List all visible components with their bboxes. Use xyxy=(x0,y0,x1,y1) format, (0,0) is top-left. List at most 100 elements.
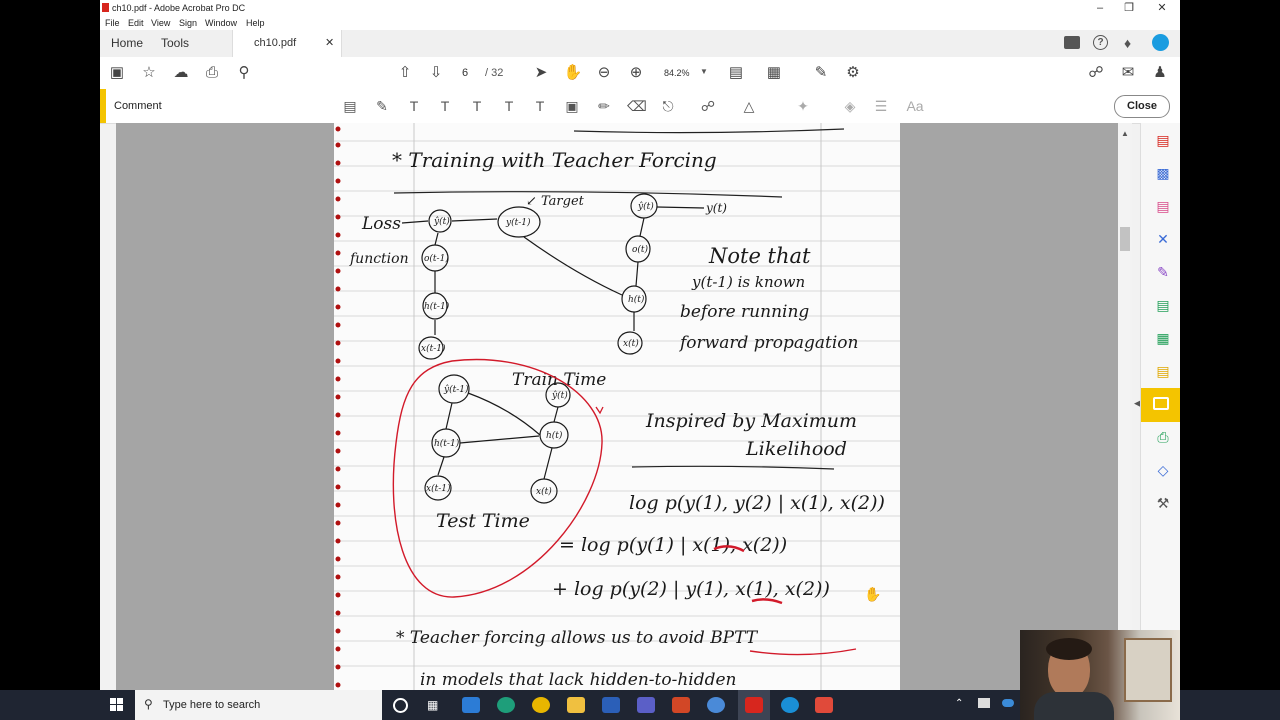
pdf-page[interactable]: * Training with Teacher Forcing ↙ Target… xyxy=(334,123,900,690)
link-icon[interactable]: ☍ xyxy=(1086,63,1106,83)
chat-icon[interactable] xyxy=(1064,36,1080,49)
skype-icon[interactable] xyxy=(781,697,799,713)
upload-cloud-icon[interactable]: ☁ xyxy=(171,63,191,83)
line-weight-icon[interactable]: ☰ xyxy=(872,97,890,115)
add-text-icon[interactable]: T xyxy=(531,97,549,115)
fill-sign-panel-icon[interactable]: ✎ xyxy=(1154,263,1172,281)
menu-sign[interactable]: Sign xyxy=(179,18,197,28)
chrome-icon[interactable] xyxy=(532,697,550,713)
tab-tools[interactable]: Tools xyxy=(161,30,189,57)
word-icon[interactable] xyxy=(602,697,620,713)
file-explorer-icon[interactable] xyxy=(567,697,585,713)
document-view[interactable]: ▶ xyxy=(116,123,1120,690)
zoom-dropdown-icon[interactable]: ▼ xyxy=(700,67,708,76)
tab-home[interactable]: Home xyxy=(111,30,143,57)
page-fit-icon[interactable]: ▤ xyxy=(726,63,746,83)
menu-file[interactable]: File xyxy=(105,18,120,28)
text-box-icon[interactable]: ▣ xyxy=(563,97,581,115)
notification-bell-icon[interactable]: ♦ xyxy=(1124,35,1131,51)
current-page-input[interactable]: 6 xyxy=(462,67,468,79)
tab-document[interactable]: ch10.pdf ✕ xyxy=(232,30,342,57)
scan-ocr-icon[interactable]: ▦ xyxy=(1154,329,1172,347)
teams-icon[interactable] xyxy=(637,697,655,713)
mail-app-icon[interactable] xyxy=(462,697,480,713)
equation-2: = log p(y(1) | x(1), x(2)) xyxy=(559,534,787,556)
inspired-line-2: Likelihood xyxy=(745,438,847,460)
scroll-mode-icon[interactable]: ▦ xyxy=(764,63,784,83)
next-page-icon[interactable]: ⇩ xyxy=(426,63,446,83)
onedrive-icon[interactable] xyxy=(1002,699,1014,707)
bookmark-star-icon[interactable]: ☆ xyxy=(139,63,159,83)
scroll-up-icon[interactable]: ▲ xyxy=(1121,129,1129,138)
highlight-icon[interactable]: ✎ xyxy=(373,97,391,115)
export-icon[interactable]: ▤ xyxy=(1154,296,1172,314)
menu-view[interactable]: View xyxy=(151,18,170,28)
attach-file-icon[interactable]: ☍ xyxy=(699,97,717,115)
create-pdf-icon[interactable]: ▩ xyxy=(1154,164,1172,182)
more-tools-wrench-icon[interactable]: ⚒ xyxy=(1154,494,1172,512)
print-production-icon[interactable]: ⎙ xyxy=(1154,428,1172,446)
close-tab-icon[interactable]: ✕ xyxy=(325,30,334,56)
acrobat-window: ch10.pdf - Adobe Acrobat Pro DC – ❐ ✕ Fi… xyxy=(100,0,1180,690)
help-icon[interactable]: ? xyxy=(1093,35,1108,50)
minimize-icon[interactable]: – xyxy=(1088,0,1112,16)
webcam-overlay xyxy=(1020,630,1180,720)
save-icon[interactable]: ▣ xyxy=(107,63,127,83)
maximize-icon[interactable]: ❐ xyxy=(1117,0,1141,16)
export-pdf-icon[interactable]: ▤ xyxy=(1154,131,1172,149)
share-file-icon[interactable]: ▤ xyxy=(1154,362,1172,380)
inspired-line-1: Inspired by Maximum xyxy=(645,410,857,432)
task-view-icon[interactable]: ▦ xyxy=(427,698,438,712)
test-node-h-t: h(t) xyxy=(546,430,563,441)
sticky-note-icon[interactable]: ▤ xyxy=(341,97,359,115)
add-user-icon[interactable]: ♟ xyxy=(1150,63,1170,83)
text-properties-icon[interactable]: Aa xyxy=(904,97,926,115)
zoom-in-icon[interactable]: ⊕ xyxy=(626,63,646,83)
account-avatar[interactable] xyxy=(1152,34,1169,51)
menu-window[interactable]: Window xyxy=(205,18,237,28)
zoom-out-icon[interactable]: ⊖ xyxy=(594,63,614,83)
email-icon[interactable]: ✉ xyxy=(1118,63,1138,83)
fill-sign-icon[interactable]: ✎ xyxy=(811,63,831,83)
print-icon[interactable]: ⎙ xyxy=(202,63,222,83)
fill-color-icon[interactable]: ◈ xyxy=(841,97,859,115)
document-tab-label: ch10.pdf xyxy=(254,37,297,49)
windows-start-icon[interactable] xyxy=(110,698,123,711)
comment-icon xyxy=(1153,397,1169,410)
pencil-icon[interactable]: ✏ xyxy=(595,97,613,115)
protect-shield-icon[interactable]: ◇ xyxy=(1154,461,1172,479)
cortana-icon[interactable] xyxy=(393,698,408,713)
drawing-tools-icon[interactable]: △ xyxy=(740,97,758,115)
powerpoint-icon[interactable] xyxy=(672,697,690,713)
close-comment-button[interactable]: Close xyxy=(1114,95,1170,118)
tray-app-icon[interactable] xyxy=(978,698,990,708)
organize-pages-icon[interactable]: ▤ xyxy=(1154,197,1172,215)
share-tools-icon[interactable]: ⚙ xyxy=(843,63,863,83)
close-window-icon[interactable]: ✕ xyxy=(1150,0,1174,16)
eraser-icon[interactable]: ⌫ xyxy=(627,97,647,115)
comment-tool-active[interactable] xyxy=(1141,388,1180,422)
insert-text-icon[interactable]: T xyxy=(500,97,518,115)
menu-help[interactable]: Help xyxy=(246,18,265,28)
test-node-x-t: x(t) xyxy=(536,486,552,497)
edit-pdf-icon[interactable]: ✕ xyxy=(1154,230,1172,248)
stamp-icon[interactable]: ⎋ xyxy=(659,97,677,115)
underline-text-icon[interactable]: T xyxy=(405,97,423,115)
menu-edit[interactable]: Edit xyxy=(128,18,144,28)
acrobat-taskbar-active[interactable] xyxy=(738,690,770,720)
edge-browser-icon[interactable] xyxy=(497,697,515,713)
previous-page-icon[interactable]: ⇧ xyxy=(395,63,415,83)
scroll-thumb[interactable] xyxy=(1120,227,1130,251)
vertical-scrollbar[interactable]: ▲ xyxy=(1118,123,1132,690)
zoom-level[interactable]: 84.2% xyxy=(664,68,690,78)
select-cursor-icon[interactable]: ➤ xyxy=(531,63,551,83)
screen-recorder-icon[interactable] xyxy=(815,697,833,713)
tray-chevron-icon[interactable]: ⌃ xyxy=(955,698,963,709)
chrome-profile-icon[interactable] xyxy=(707,697,725,713)
replace-text-icon[interactable]: T xyxy=(468,97,486,115)
search-icon[interactable]: ⚲ xyxy=(234,63,254,83)
strikethrough-text-icon[interactable]: T xyxy=(436,97,454,115)
taskbar-search-input[interactable]: ⚲ Type here to search xyxy=(135,690,382,720)
hand-tool-icon[interactable]: ✋ xyxy=(563,63,583,83)
pin-icon[interactable]: ✦ xyxy=(794,97,812,115)
